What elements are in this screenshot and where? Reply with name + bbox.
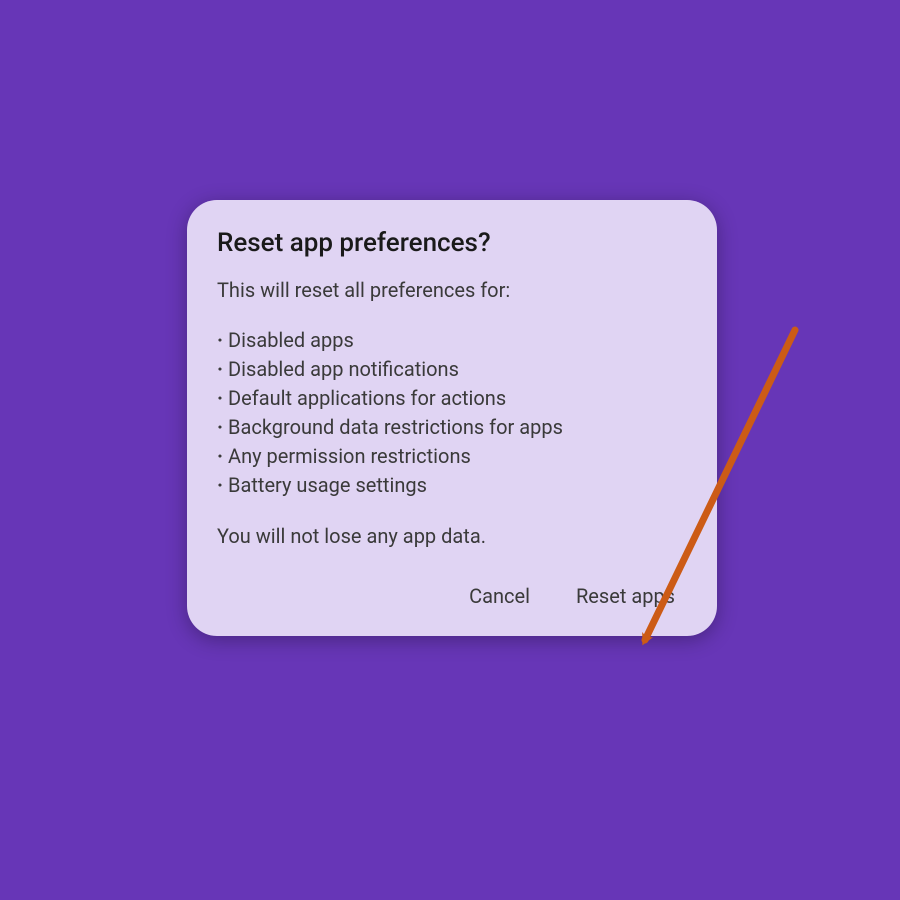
list-item: Battery usage settings	[217, 471, 687, 500]
cancel-button[interactable]: Cancel	[465, 578, 534, 614]
dialog-title: Reset app preferences?	[217, 228, 687, 258]
dialog-intro-text: This will reset all preferences for:	[217, 276, 687, 304]
dialog-footer-text: You will not lose any app data.	[217, 522, 687, 550]
dialog-bullet-list: Disabled apps Disabled app notifications…	[217, 326, 687, 500]
reset-preferences-dialog: Reset app preferences? This will reset a…	[187, 200, 717, 636]
list-item: Disabled apps	[217, 326, 687, 355]
list-item: Disabled app notifications	[217, 355, 687, 384]
list-item: Default applications for actions	[217, 384, 687, 413]
dialog-actions: Cancel Reset apps	[217, 578, 687, 614]
reset-apps-button[interactable]: Reset apps	[572, 578, 679, 614]
list-item: Any permission restrictions	[217, 442, 687, 471]
list-item: Background data restrictions for apps	[217, 413, 687, 442]
